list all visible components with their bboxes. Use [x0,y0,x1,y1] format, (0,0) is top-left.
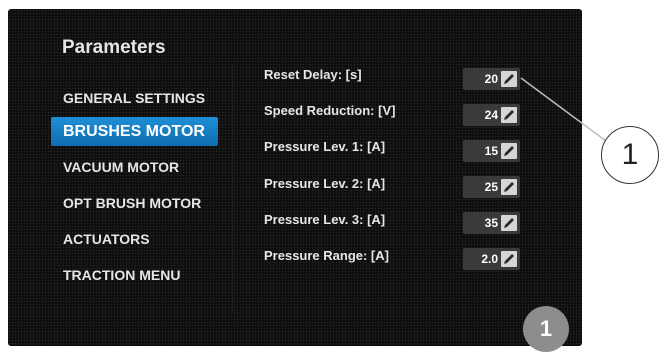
figure-number-badge: 1 [523,306,569,352]
param-label-reset-delay: Reset Delay: [s] [264,67,362,82]
menu-item-traction-menu[interactable]: TRACTION MENU [51,261,218,290]
value-field-pressure-range[interactable]: 2.0 [463,248,520,270]
param-label-speed-reduction: Speed Reduction: [V] [264,103,396,118]
param-label-pressure-lev-2: Pressure Lev. 2: [A] [264,176,386,191]
menu-item-opt-brush-motor[interactable]: OPT BRUSH MOTOR [51,189,218,218]
menu-divider [232,63,233,313]
page-title: Parameters [62,37,166,58]
value-text: 20 [484,72,498,86]
pencil-icon[interactable] [501,107,517,123]
pencil-icon[interactable] [501,251,517,267]
menu-item-vacuum-motor[interactable]: VACUUM MOTOR [51,153,218,182]
value-field-reset-delay[interactable]: 20 [463,68,520,90]
pencil-icon[interactable] [501,179,517,195]
value-text: 24 [484,108,498,122]
value-text: 25 [484,180,498,194]
menu-item-actuators[interactable]: ACTUATORS [51,225,218,254]
pencil-icon[interactable] [501,71,517,87]
menu-item-brushes-motor[interactable]: BRUSHES MOTOR [51,117,218,146]
param-label-pressure-lev-3: Pressure Lev. 3: [A] [264,212,386,227]
value-field-pressure-lev-1[interactable]: 15 [463,140,520,162]
value-field-pressure-lev-3[interactable]: 35 [463,212,520,234]
value-text: 35 [484,216,498,230]
callout-number: 1 [601,126,659,184]
parameters-screen: Parameters GENERAL SETTINGS BRUSHES MOTO… [8,9,582,346]
param-label-pressure-lev-1: Pressure Lev. 1: [A] [264,139,386,154]
value-text: 15 [484,144,498,158]
pencil-icon[interactable] [501,215,517,231]
pencil-icon[interactable] [501,143,517,159]
param-label-pressure-range: Pressure Range: [A] [264,248,389,263]
value-text: 2.0 [481,252,498,266]
value-field-speed-reduction[interactable]: 24 [463,104,520,126]
value-field-pressure-lev-2[interactable]: 25 [463,176,520,198]
menu-item-general-settings[interactable]: GENERAL SETTINGS [51,84,218,113]
